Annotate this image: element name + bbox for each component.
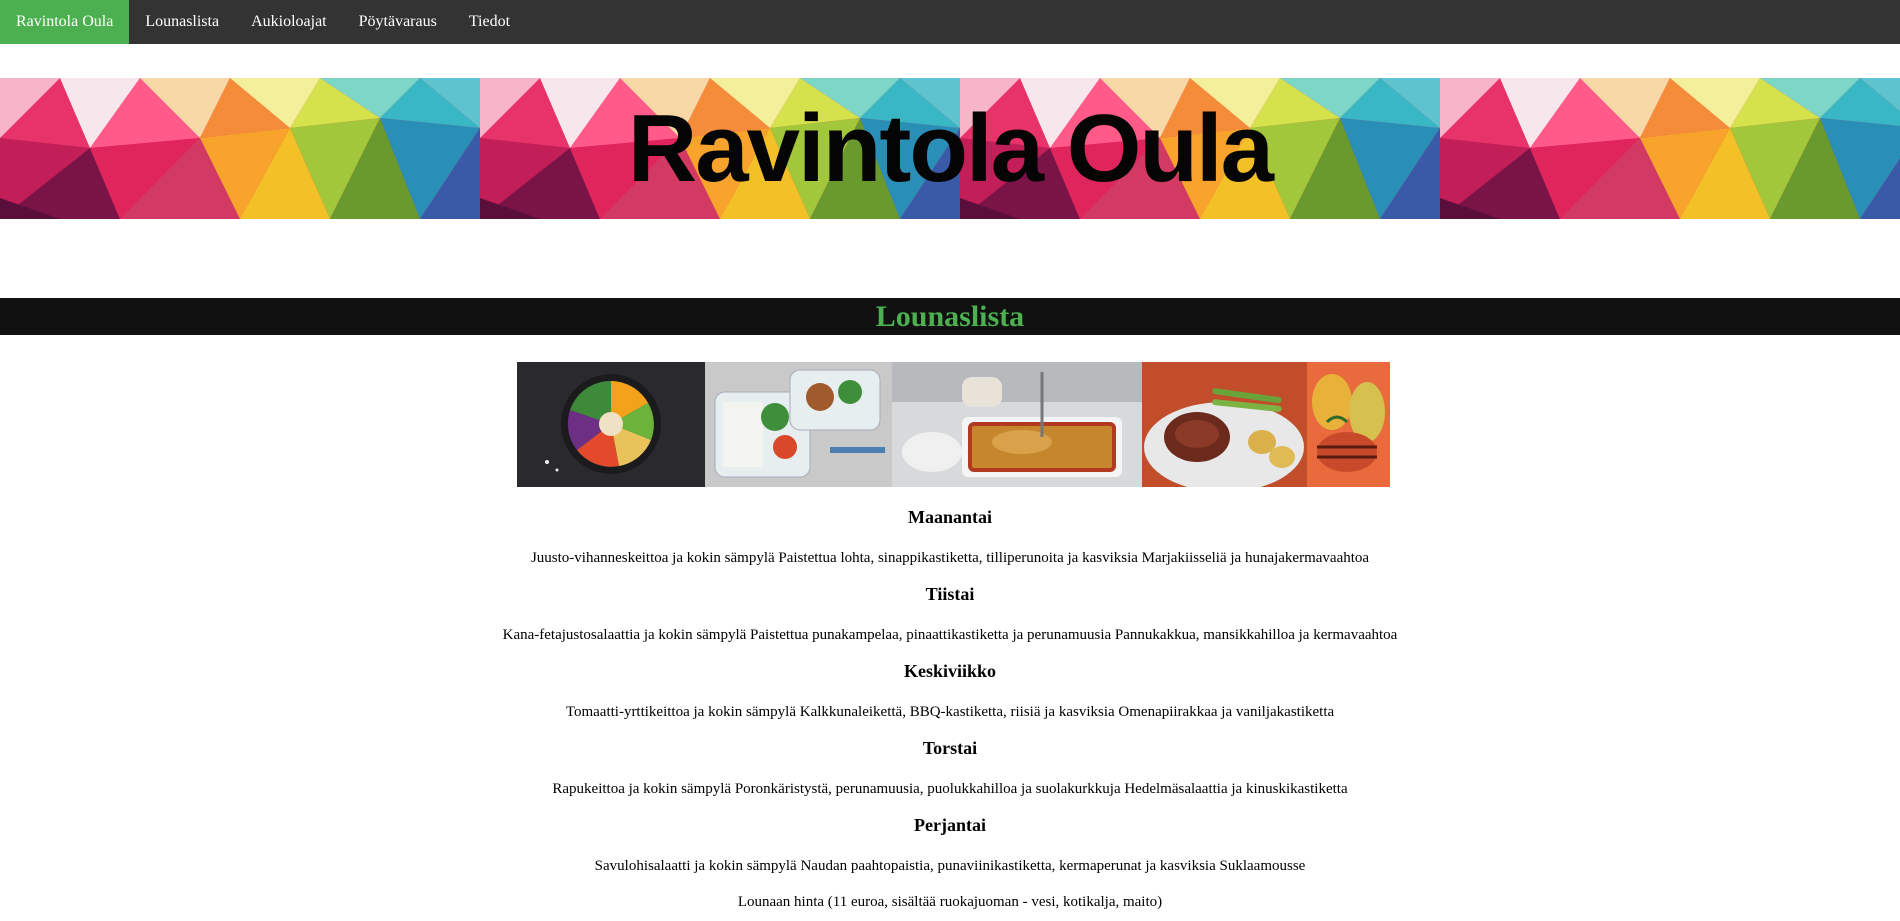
top-navigation: Ravintola Oula Lounaslista Aukioloajat P… bbox=[0, 0, 1900, 44]
food-photo-bowl bbox=[517, 362, 705, 487]
day-heading-perjantai: Perjantai bbox=[914, 815, 986, 835]
day-heading-maanantai: Maanantai bbox=[907, 507, 992, 527]
section-header-bar: Lounaslista bbox=[0, 298, 1900, 335]
day-dishes-maanantai: Juusto-vihanneskeittoa ja kokin sämpylä … bbox=[530, 550, 1370, 566]
day-heading-keskiviikko: Keskiviikko bbox=[903, 661, 997, 681]
banner-title: Ravintola Oula bbox=[627, 94, 1274, 202]
nav-item-lounaslista[interactable]: Lounaslista bbox=[129, 0, 235, 44]
food-photo-mealprep bbox=[705, 362, 892, 487]
lunch-price: Lounaan hinta (11 euroa, sisältää ruokaj… bbox=[737, 894, 1163, 910]
day-dishes-torstai: Rapukeittoa ja kokin sämpylä Poronkärist… bbox=[552, 781, 1348, 797]
food-photo-steak bbox=[1142, 362, 1307, 487]
food-photo-casserole bbox=[892, 362, 1142, 487]
nav-item-tiedot[interactable]: Tiedot bbox=[453, 0, 526, 44]
nav-item-aukioloajat[interactable]: Aukioloajat bbox=[235, 0, 343, 44]
nav-item-poytavaraus[interactable]: Pöytävaraus bbox=[343, 0, 453, 44]
day-dishes-tiistai: Kana-fetajustosalaattia ja kokin sämpylä… bbox=[502, 627, 1398, 643]
day-dishes-perjantai: Savulohisalaatti ja kokin sämpylä Naudan… bbox=[594, 858, 1306, 874]
day-heading-torstai: Torstai bbox=[922, 738, 978, 758]
section-title: Lounaslista bbox=[875, 299, 1025, 333]
food-gallery bbox=[517, 362, 1390, 487]
day-heading-tiistai: Tiistai bbox=[925, 584, 975, 604]
day-dishes-keskiviikko: Tomaatti-yrttikeittoa ja kokin sämpylä K… bbox=[565, 704, 1335, 720]
food-photo-grilled-vegetables bbox=[1307, 362, 1390, 487]
lunch-menu: Maanantai Juusto-vihanneskeittoa ja koki… bbox=[0, 500, 1900, 915]
nav-brand-link[interactable]: Ravintola Oula bbox=[0, 0, 130, 44]
